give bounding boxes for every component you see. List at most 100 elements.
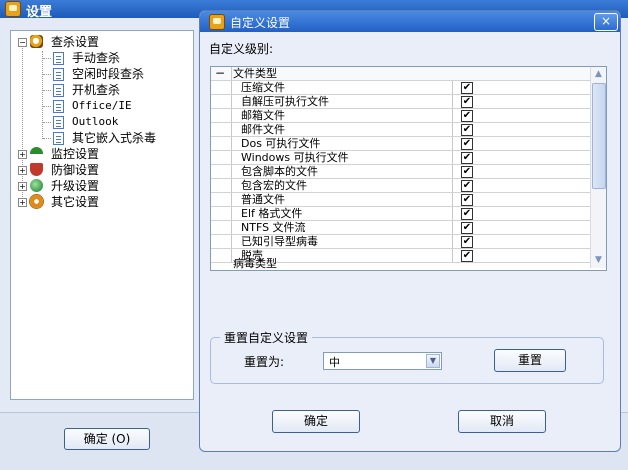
- tree-node-label: 升级设置: [51, 179, 100, 193]
- document-icon: [53, 68, 64, 81]
- shield-icon: [30, 163, 43, 176]
- tree-node-idle[interactable]: 空闲时段查杀: [11, 66, 191, 82]
- next-group-row[interactable]: 病毒类型: [211, 257, 590, 270]
- tree-node-scan[interactable]: − 查杀设置: [11, 34, 191, 50]
- file-type-checkbox[interactable]: ✔: [461, 222, 473, 234]
- file-type-checkbox[interactable]: ✔: [461, 250, 473, 262]
- grid-divider: [452, 165, 453, 178]
- file-type-row[interactable]: 已知引导型病毒 ✔: [211, 235, 590, 249]
- file-type-label: Elf 格式文件: [241, 207, 303, 220]
- dialog-title-bar[interactable]: 自定义设置 ×: [200, 11, 620, 32]
- file-type-row[interactable]: NTFS 文件流 ✔: [211, 221, 590, 235]
- file-type-row[interactable]: Elf 格式文件 ✔: [211, 207, 590, 221]
- dialog-ok-button[interactable]: 确定: [272, 410, 360, 433]
- file-type-row[interactable]: Windows 可执行文件 ✔: [211, 151, 590, 165]
- grid-divider: [231, 249, 232, 262]
- chevron-down-icon[interactable]: ▼: [426, 354, 440, 368]
- file-type-label: NTFS 文件流: [241, 221, 306, 234]
- group-header-row[interactable]: − 文件类型: [211, 67, 590, 81]
- grid-divider: [231, 165, 232, 178]
- file-type-row[interactable]: Dos 可执行文件 ✔: [211, 137, 590, 151]
- file-type-row[interactable]: 包含宏的文件 ✔: [211, 179, 590, 193]
- collapse-toggle[interactable]: −: [18, 38, 27, 47]
- tree-node-other[interactable]: + 其它设置: [11, 194, 191, 210]
- grid-divider: [452, 123, 453, 136]
- grid-divider: [231, 193, 232, 206]
- grid-divider: [452, 179, 453, 192]
- file-type-checkbox[interactable]: ✔: [461, 96, 473, 108]
- grid-divider: [231, 137, 232, 150]
- scroll-down-icon[interactable]: ▼: [592, 254, 605, 267]
- file-type-label: 包含宏的文件: [241, 179, 307, 192]
- file-type-checkbox[interactable]: ✔: [461, 152, 473, 164]
- reset-button[interactable]: 重置: [494, 349, 566, 372]
- tree-node-outlook[interactable]: Outlook: [11, 114, 191, 130]
- checkmark-icon: ✔: [462, 124, 472, 135]
- expand-toggle[interactable]: +: [18, 182, 27, 191]
- file-type-row[interactable]: 邮件文件 ✔: [211, 123, 590, 137]
- checkmark-icon: ✔: [462, 194, 472, 205]
- file-type-row[interactable]: 普通文件 ✔: [211, 193, 590, 207]
- tree-node-label: 开机查杀: [72, 83, 121, 97]
- file-type-checkbox[interactable]: ✔: [461, 236, 473, 248]
- grid-divider: [231, 221, 232, 234]
- file-type-checkbox[interactable]: ✔: [461, 124, 473, 136]
- file-type-checkbox[interactable]: ✔: [461, 138, 473, 150]
- reset-level-value: 中: [329, 356, 340, 369]
- file-type-row[interactable]: 压缩文件 ✔: [211, 81, 590, 95]
- document-icon: [53, 84, 64, 97]
- grid-divider: [452, 221, 453, 234]
- grid-divider: [231, 207, 232, 220]
- file-type-checkbox[interactable]: ✔: [461, 166, 473, 178]
- grid-divider: [452, 193, 453, 206]
- file-type-row[interactable]: 邮箱文件 ✔: [211, 109, 590, 123]
- checkmark-icon: ✔: [462, 180, 472, 191]
- file-type-checkbox[interactable]: ✔: [461, 110, 473, 122]
- file-type-label: 压缩文件: [241, 81, 285, 94]
- scroll-thumb[interactable]: [592, 83, 606, 189]
- scroll-up-icon[interactable]: ▲: [592, 68, 605, 81]
- tree-node-defense[interactable]: + 防御设置: [11, 162, 191, 178]
- tree-node-embedded[interactable]: 其它嵌入式杀毒: [11, 130, 191, 146]
- dialog-cancel-button[interactable]: 取消: [458, 410, 546, 433]
- tree-node-monitor[interactable]: + 监控设置: [11, 146, 191, 162]
- file-type-checkbox[interactable]: ✔: [461, 180, 473, 192]
- grid-divider: [231, 109, 232, 122]
- dialog-title: 自定义设置: [230, 16, 291, 30]
- checkmark-icon: ✔: [462, 138, 472, 149]
- umbrella-icon: [30, 147, 43, 160]
- collapse-toggle[interactable]: −: [215, 67, 225, 80]
- checkmark-icon: ✔: [462, 110, 472, 121]
- main-ok-button[interactable]: 确定 (O): [64, 428, 150, 450]
- document-icon: [53, 100, 64, 113]
- tree-node-manual[interactable]: 手动查杀: [11, 50, 191, 66]
- grid-divider: [452, 95, 453, 108]
- reset-to-label: 重置为:: [244, 355, 285, 369]
- reset-level-select[interactable]: 中 ▼: [323, 352, 442, 370]
- grid-divider: [231, 81, 232, 94]
- tree-node-label: 监控设置: [51, 147, 100, 161]
- file-type-label: 邮箱文件: [241, 109, 285, 122]
- group-header-label: 文件类型: [233, 67, 277, 80]
- tree-node-office[interactable]: Office/IE: [11, 98, 191, 114]
- file-type-checkbox[interactable]: ✔: [461, 82, 473, 94]
- expand-toggle[interactable]: +: [18, 198, 27, 207]
- grid-divider: [231, 95, 232, 108]
- file-type-checkbox[interactable]: ✔: [461, 194, 473, 206]
- tree-node-label: Outlook: [72, 115, 119, 128]
- checkmark-icon: ✔: [462, 166, 472, 177]
- file-type-row[interactable]: 自解压可执行文件 ✔: [211, 95, 590, 109]
- vertical-scrollbar[interactable]: ▲ ▼: [590, 67, 606, 268]
- tree-node-label: 其它设置: [51, 195, 100, 209]
- tree-node-label: 防御设置: [51, 163, 100, 177]
- grid-divider: [452, 109, 453, 122]
- close-icon[interactable]: ×: [594, 13, 618, 31]
- tree-node-upgrade[interactable]: + 升级设置: [11, 178, 191, 194]
- reset-group-title: 重置自定义设置: [220, 329, 313, 346]
- expand-toggle[interactable]: +: [18, 166, 27, 175]
- file-type-row[interactable]: 包含脚本的文件 ✔: [211, 165, 590, 179]
- app-shield-icon: [209, 14, 225, 30]
- tree-node-boot[interactable]: 开机查杀: [11, 82, 191, 98]
- expand-toggle[interactable]: +: [18, 150, 27, 159]
- file-type-checkbox[interactable]: ✔: [461, 208, 473, 220]
